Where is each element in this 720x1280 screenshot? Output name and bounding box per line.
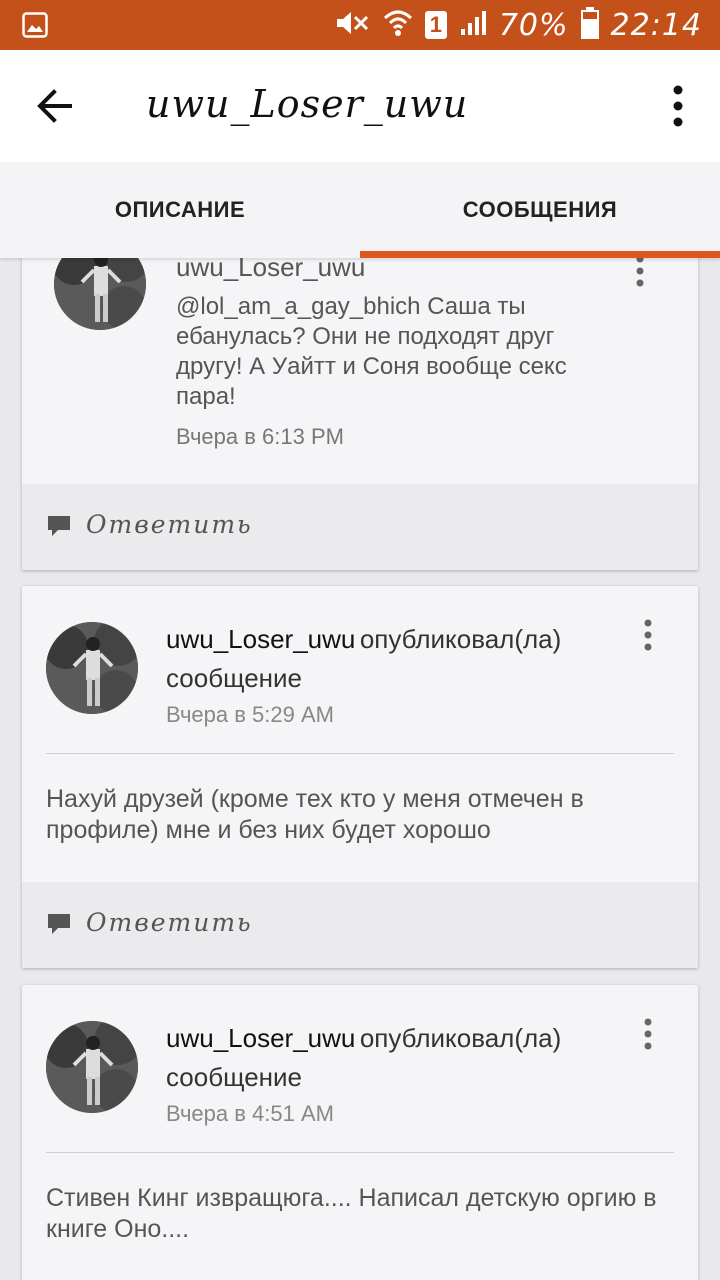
app-bar: uwu_Loser_uwu bbox=[0, 50, 720, 162]
reply-button[interactable]: Ответить bbox=[86, 510, 253, 539]
back-arrow-icon[interactable] bbox=[30, 80, 82, 132]
post-timestamp: Вчера в 6:13 PM bbox=[176, 424, 344, 449]
divider bbox=[46, 1152, 674, 1153]
comment-icon bbox=[46, 912, 72, 936]
post-menu-icon[interactable] bbox=[641, 618, 655, 652]
tab-bar: ОПИСАНИЕ СООБЩЕНИЯ bbox=[0, 162, 720, 258]
post-header: uwu_Loser_uwu опубликовал(ла) сообщение bbox=[166, 622, 606, 700]
battery-icon bbox=[580, 6, 599, 44]
message-feed[interactable]: uwu_Loser_uwu @lol_am_a_gay_bhich Саша т… bbox=[0, 258, 720, 1280]
post-timestamp: Вчера в 5:29 AM bbox=[166, 702, 334, 727]
image-icon bbox=[22, 12, 48, 38]
post-author[interactable]: uwu_Loser_uwu bbox=[166, 1023, 355, 1053]
overflow-menu-icon[interactable] bbox=[666, 84, 690, 128]
reply-button[interactable]: Ответить bbox=[86, 908, 253, 937]
page-title: uwu_Loser_uwu bbox=[146, 82, 469, 126]
post-text: Нахуй друзей (кроме тех кто у меня отмеч… bbox=[46, 785, 584, 844]
battery-percent: 70% bbox=[498, 7, 569, 43]
clock: 22:14 bbox=[610, 7, 702, 43]
mute-icon bbox=[333, 8, 371, 43]
active-tab-indicator bbox=[360, 251, 720, 258]
post-menu-icon[interactable] bbox=[633, 258, 647, 288]
sim-icon: 1 bbox=[424, 11, 447, 39]
avatar[interactable] bbox=[46, 1021, 138, 1113]
post-card: uwu_Loser_uwu опубликовал(ла) сообщение … bbox=[22, 586, 698, 968]
reply-bar[interactable]: Ответить bbox=[22, 484, 698, 570]
post-text: @lol_am_a_gay_bhich Саша ты ебанулась? О… bbox=[176, 293, 567, 410]
post-menu-icon[interactable] bbox=[641, 1017, 655, 1051]
divider bbox=[46, 753, 674, 754]
post-header: uwu_Loser_uwu опубликовал(ла) сообщение bbox=[166, 1021, 606, 1099]
tab-messages[interactable]: СООБЩЕНИЯ bbox=[360, 162, 720, 258]
post-author[interactable]: uwu_Loser_uwu bbox=[166, 624, 355, 654]
wifi-icon bbox=[383, 8, 413, 43]
signal-icon bbox=[459, 9, 487, 42]
avatar[interactable] bbox=[54, 258, 146, 330]
reply-bar[interactable]: Ответить bbox=[22, 882, 698, 968]
status-bar: 1 70% 22:14 bbox=[0, 0, 720, 50]
post-text: Стивен Кинг извращюга.... Написал детску… bbox=[46, 1184, 657, 1243]
post-author[interactable]: uwu_Loser_uwu bbox=[176, 258, 365, 283]
post-card: uwu_Loser_uwu опубликовал(ла) сообщение … bbox=[22, 985, 698, 1280]
post-timestamp: Вчера в 4:51 AM bbox=[166, 1101, 334, 1126]
comment-icon bbox=[46, 514, 72, 538]
post-card: uwu_Loser_uwu @lol_am_a_gay_bhich Саша т… bbox=[22, 258, 698, 570]
tab-description[interactable]: ОПИСАНИЕ bbox=[0, 162, 360, 258]
avatar[interactable] bbox=[46, 622, 138, 714]
